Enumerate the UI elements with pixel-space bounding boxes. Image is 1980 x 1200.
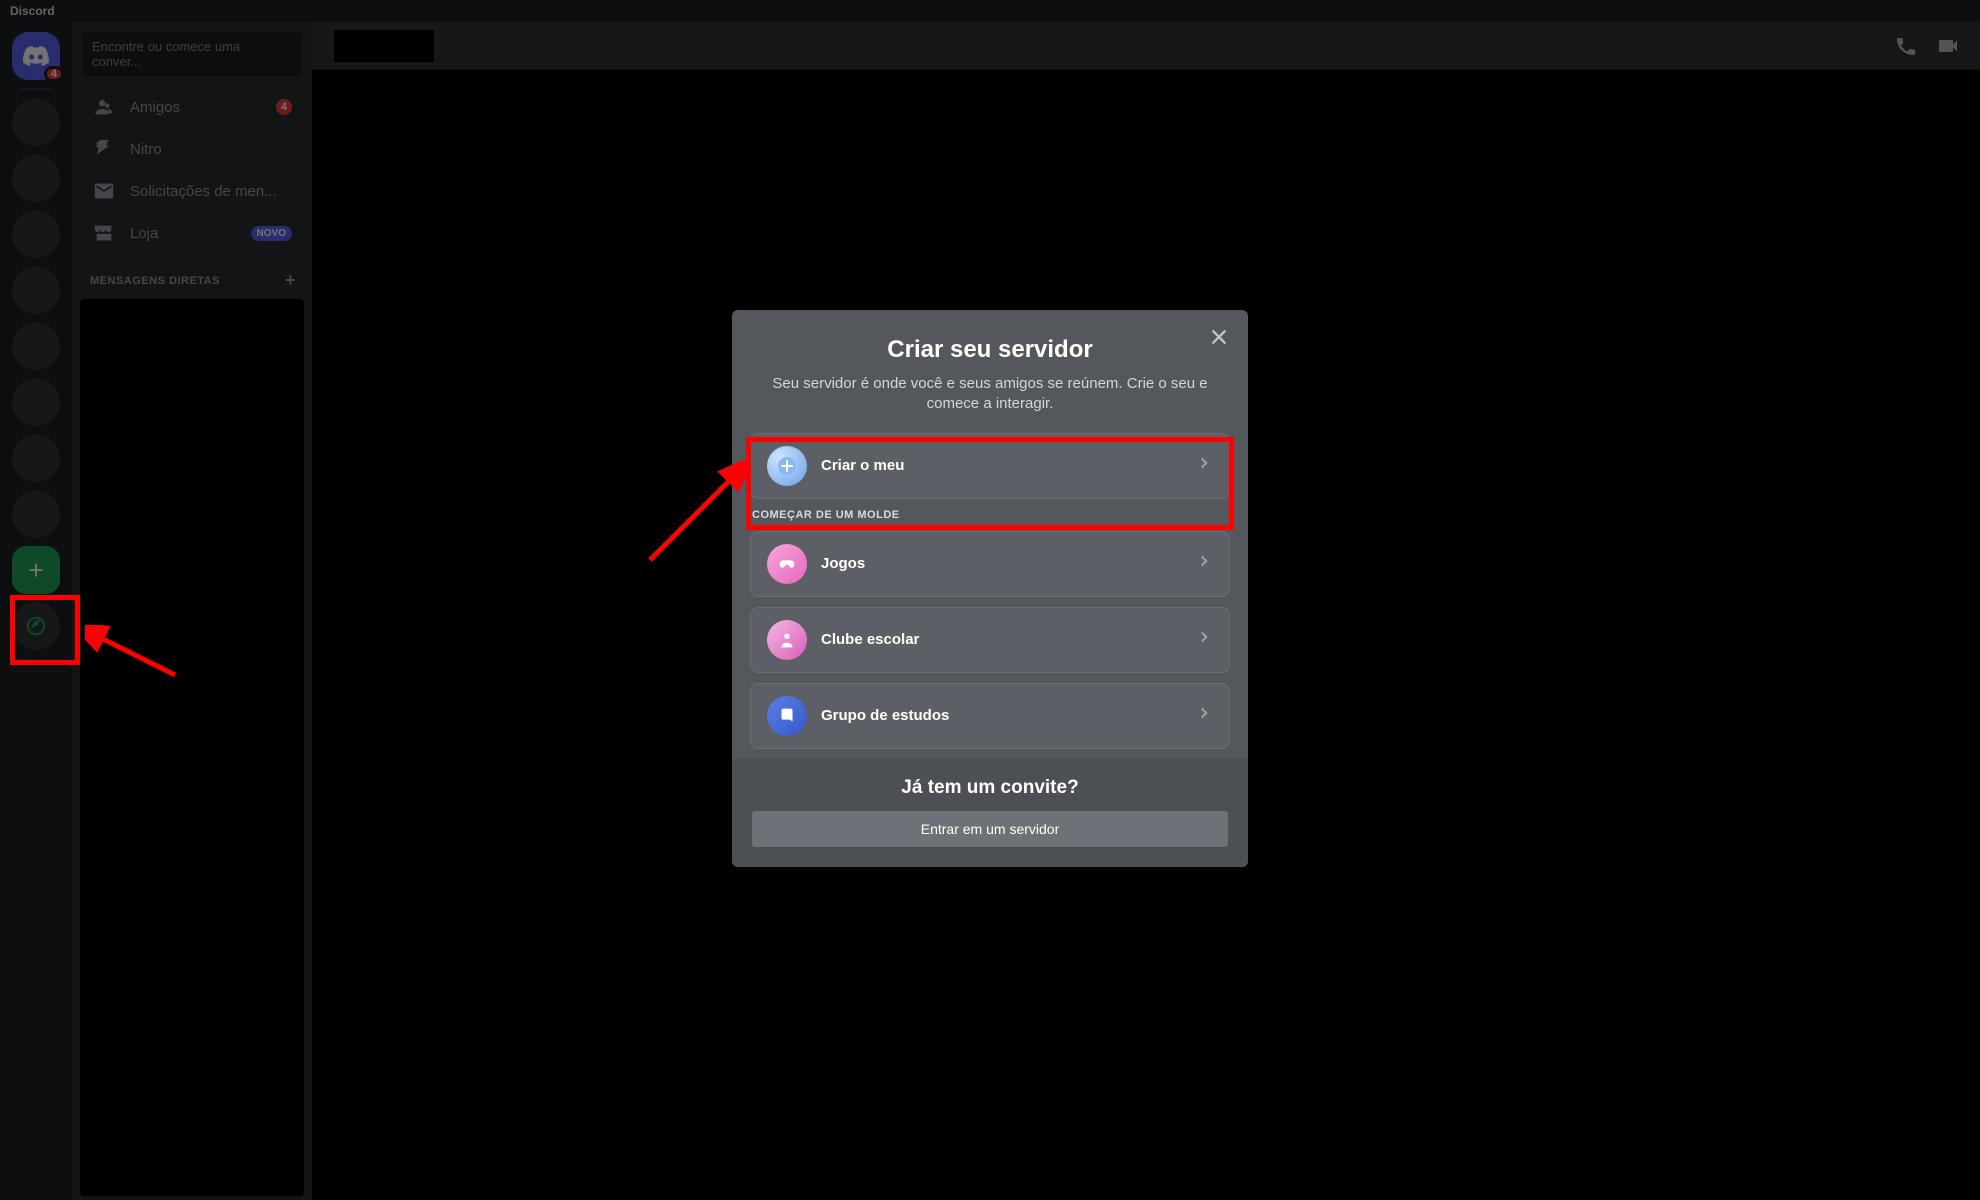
- annotation-arrow-create-own: [640, 460, 750, 570]
- option-template-study-group[interactable]: Grupo de estudos: [750, 683, 1230, 749]
- modal-footer: Já tem um convite? Entrar em um servidor: [732, 759, 1248, 867]
- chevron-right-icon: [1195, 454, 1213, 477]
- chevron-right-icon: [1195, 552, 1213, 575]
- modal-subtitle: Seu servidor é onde você e seus amigos s…: [756, 374, 1224, 415]
- option-label: Grupo de estudos: [821, 707, 1181, 724]
- create-own-icon: [767, 446, 807, 486]
- close-button[interactable]: [1208, 326, 1230, 353]
- chevron-right-icon: [1195, 628, 1213, 651]
- school-club-icon: [767, 620, 807, 660]
- join-server-button[interactable]: Entrar em um servidor: [752, 811, 1228, 847]
- option-create-my-own[interactable]: Criar o meu: [750, 433, 1230, 499]
- option-label: Jogos: [821, 555, 1181, 572]
- annotation-highlight-add-server: [10, 595, 80, 665]
- games-icon: [767, 544, 807, 584]
- option-template-games[interactable]: Jogos: [750, 531, 1230, 597]
- option-label: Clube escolar: [821, 631, 1181, 648]
- annotation-arrow-add-server: [85, 625, 185, 685]
- chevron-right-icon: [1195, 704, 1213, 727]
- footer-title: Já tem um convite?: [752, 777, 1228, 799]
- option-label: Criar o meu: [821, 457, 1181, 474]
- template-section-header: COMEÇAR DE UM MOLDE: [752, 509, 1228, 521]
- modal-title: Criar seu servidor: [756, 336, 1224, 364]
- create-server-modal: Criar seu servidor Seu servidor é onde v…: [732, 310, 1248, 867]
- modal-overlay[interactable]: Criar seu servidor Seu servidor é onde v…: [0, 0, 1980, 1200]
- study-group-icon: [767, 696, 807, 736]
- option-template-school-club[interactable]: Clube escolar: [750, 607, 1230, 673]
- close-icon: [1208, 326, 1230, 348]
